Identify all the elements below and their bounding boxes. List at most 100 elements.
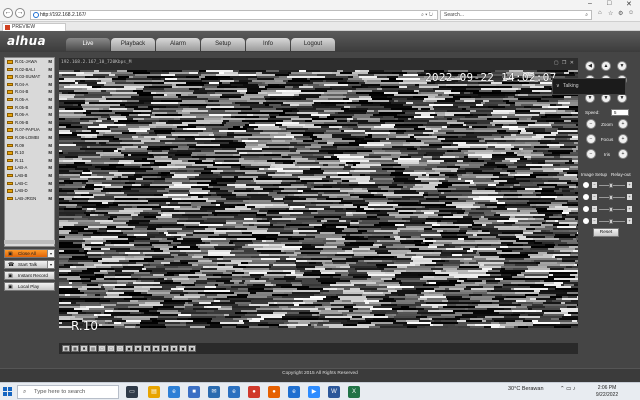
channel-item[interactable]: R.03-SUMAT M	[5, 73, 54, 81]
channel-item[interactable]: R.06-A M	[5, 111, 54, 119]
stream-type[interactable]: M	[48, 58, 52, 66]
firefox-icon[interactable]: ●	[268, 386, 280, 398]
decrease-button[interactable]: −	[592, 218, 597, 224]
zoom-out-button[interactable]: −	[586, 119, 596, 129]
layout-button-icon[interactable]: □	[116, 345, 124, 352]
close-all-button[interactable]: ▣ Close All ▾	[4, 249, 55, 258]
tab-setup[interactable]: Setup	[201, 38, 245, 51]
browser-tab[interactable]: PREVIEW	[2, 23, 66, 31]
weather-widget[interactable]: 30°C Berawan	[508, 386, 544, 392]
stream-type[interactable]: M	[48, 126, 52, 134]
layout-button-icon[interactable]: ▤	[89, 345, 97, 352]
taskbar-search[interactable]: ⌕ Type here to search	[17, 385, 119, 399]
excel-icon[interactable]: X	[348, 386, 360, 398]
channel-item[interactable]: R.05-B M	[5, 104, 54, 112]
slider-thumb[interactable]	[609, 195, 613, 200]
channel-item[interactable]: R.02-BALI M	[5, 66, 54, 74]
layout-button-icon[interactable]: ▣	[152, 345, 160, 352]
increase-button[interactable]: +	[627, 206, 632, 212]
search-icon[interactable]: ⌕	[585, 11, 588, 19]
layout-button-icon[interactable]: ▣	[188, 345, 196, 352]
saturation-slider[interactable]: − +	[583, 218, 632, 225]
channel-item[interactable]: R.04-A M	[5, 81, 54, 89]
decrease-button[interactable]: −	[592, 194, 597, 200]
decrease-button[interactable]: −	[592, 206, 597, 212]
layout-button-icon[interactable]: ▣	[179, 345, 187, 352]
local-play-button[interactable]: ▣ Local Play	[4, 282, 55, 291]
video-window-icons[interactable]: ▢ ❐ ✕	[554, 60, 575, 66]
channel-item[interactable]: R.10 M	[5, 149, 54, 157]
stream-type[interactable]: M	[48, 172, 52, 180]
tray-icons[interactable]: ⌃ ▭ ♪	[560, 386, 576, 392]
decrease-button[interactable]: −	[592, 182, 597, 188]
speed-select[interactable]: 5	[611, 109, 629, 116]
edge-icon[interactable]: e	[168, 386, 180, 398]
stream-type[interactable]: M	[48, 73, 52, 81]
mail-icon[interactable]: ✉	[208, 386, 220, 398]
edge-browser-icon[interactable]: e	[228, 386, 240, 398]
layout-button-icon[interactable]: ▣	[134, 345, 142, 352]
channel-item[interactable]: R.06-B M	[5, 119, 54, 127]
video-feed[interactable]	[59, 70, 578, 328]
relay-out-tab[interactable]: Relay-out	[611, 172, 631, 177]
store-icon[interactable]: ■	[188, 386, 200, 398]
channel-item[interactable]: R.08-LOMBI M	[5, 134, 54, 142]
brightness-slider[interactable]: − +	[583, 182, 632, 189]
iris-close-button[interactable]: −	[586, 149, 596, 159]
hue-slider[interactable]: − +	[583, 206, 632, 213]
stream-type[interactable]: M	[48, 119, 52, 127]
stream-type[interactable]: M	[48, 195, 52, 203]
settings-gear-icon[interactable]: ⚙	[618, 10, 623, 17]
ptz-up-right-button[interactable]: ▼	[617, 61, 627, 71]
iris-open-button[interactable]: +	[618, 149, 628, 159]
stream-type[interactable]: M	[48, 134, 52, 142]
browser-search-field[interactable]: Search... ⌕	[440, 10, 592, 20]
dropdown-icon[interactable]: ▾	[425, 12, 427, 18]
stream-type[interactable]: M	[48, 149, 52, 157]
reset-button[interactable]: Reset	[593, 228, 619, 237]
windows-start-icon[interactable]	[3, 387, 13, 397]
chrome-icon[interactable]: ●	[248, 386, 260, 398]
stream-type[interactable]: M	[48, 111, 52, 119]
increase-button[interactable]: +	[627, 218, 632, 224]
layout-button-icon[interactable]: □	[107, 345, 115, 352]
talk-popup[interactable]: ∨ Talking	[552, 78, 626, 95]
tab-info[interactable]: Info	[246, 38, 290, 51]
channel-item[interactable]: R.09 M	[5, 142, 54, 150]
channel-list-scrollbar[interactable]	[4, 240, 55, 244]
stream-type[interactable]: M	[48, 180, 52, 188]
minimize-icon[interactable]: –	[588, 0, 592, 7]
file-explorer-icon[interactable]: ▤	[148, 386, 160, 398]
layout-button-icon[interactable]: ▦	[71, 345, 79, 352]
ptz-up-button[interactable]: ▲	[601, 61, 611, 71]
instant-record-button[interactable]: ▣ Instant Record	[4, 271, 55, 280]
task-view-icon[interactable]: ▭	[126, 386, 138, 398]
channel-item[interactable]: LAB-C M	[5, 180, 54, 188]
channel-item[interactable]: LAB-A M	[5, 164, 54, 172]
increase-button[interactable]: +	[627, 182, 632, 188]
internet-explorer-icon[interactable]: e	[288, 386, 300, 398]
favorites-star-icon[interactable]: ☆	[608, 10, 613, 17]
word-icon[interactable]: W	[328, 386, 340, 398]
focus-out-button[interactable]: −	[586, 134, 596, 144]
start-talk-dropdown[interactable]: ▾	[47, 261, 54, 268]
layout-button-icon[interactable]: □	[98, 345, 106, 352]
channel-item[interactable]: LAB-JRGN M	[5, 195, 54, 203]
tab-live[interactable]: Live	[66, 38, 110, 51]
increase-button[interactable]: +	[627, 194, 632, 200]
tab-playback[interactable]: Playback	[111, 38, 155, 51]
channel-item[interactable]: LAB-B M	[5, 172, 54, 180]
layout-button-icon[interactable]: ▣	[170, 345, 178, 352]
maximize-icon[interactable]: □	[607, 0, 611, 7]
layout-button-icon[interactable]: ▦	[62, 345, 70, 352]
layout-button-icon[interactable]: ✖	[80, 345, 88, 352]
layout-button-icon[interactable]: ▣	[161, 345, 169, 352]
stream-type[interactable]: M	[48, 187, 52, 195]
slider-thumb[interactable]	[609, 207, 613, 212]
feedback-smile-icon[interactable]: ☺	[628, 10, 634, 16]
address-bar[interactable]: http://192.168.2.167/ ⌕ ▾ ↻	[30, 10, 438, 20]
stream-type[interactable]: M	[48, 164, 52, 172]
channel-item[interactable]: LAB-D M	[5, 187, 54, 195]
stream-type[interactable]: M	[48, 104, 52, 112]
start-talk-button[interactable]: ☎ Start Talk ▾	[4, 260, 55, 269]
